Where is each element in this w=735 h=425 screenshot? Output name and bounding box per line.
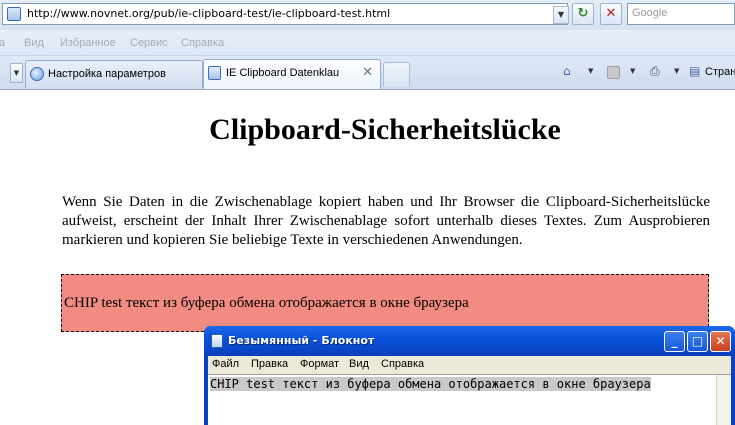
tab-ie-clipboard[interactable]: IE Clipboard Datenklau ✕: [203, 59, 381, 89]
page-icon: [7, 7, 21, 21]
browser-menu-bar: а Вид Избранное Сервис Справка: [0, 30, 735, 56]
menu-item-partial[interactable]: а: [0, 37, 5, 49]
feeds-icon[interactable]: [607, 66, 620, 79]
maximize-button[interactable]: □: [687, 331, 708, 352]
notepad-icon: [211, 334, 223, 348]
print-dropdown-icon[interactable]: ▼: [674, 67, 679, 75]
address-dropdown-icon[interactable]: ▼: [553, 6, 569, 24]
tab-label: Настройка параметров: [48, 68, 166, 80]
feeds-dropdown-icon[interactable]: ▼: [630, 67, 635, 75]
vertical-scrollbar[interactable]: [716, 375, 731, 425]
page-paragraph: Wenn Sie Daten in die Zwischenablage kop…: [62, 194, 710, 248]
menu-view[interactable]: Вид: [349, 358, 369, 370]
notepad-menu-bar: Файл Правка Формат Вид Справка: [208, 356, 731, 374]
ie-icon: [30, 67, 44, 81]
menu-file[interactable]: Файл: [212, 358, 239, 370]
page-menu-icon[interactable]: ▤: [689, 64, 700, 78]
notepad-title-bar[interactable]: Безымянный - Блокнот _ □ ✕: [204, 326, 735, 356]
page-title: Clipboard-Sicherheitslücke: [209, 113, 561, 146]
page-icon: [208, 66, 221, 80]
menu-item-favorites[interactable]: Избранное: [60, 37, 116, 49]
menu-item-tools[interactable]: Сервис: [130, 37, 168, 49]
tab-settings[interactable]: Настройка параметров: [25, 60, 203, 88]
address-bar-row: http://www.novnet.org/pub/ie-clipboard-t…: [0, 0, 735, 30]
notepad-window: Безымянный - Блокнот _ □ ✕ Файл Правка Ф…: [204, 326, 735, 425]
home-dropdown-icon[interactable]: ▼: [588, 67, 593, 75]
print-icon[interactable]: ⎙: [650, 64, 660, 79]
clipboard-output-text: CHIP test текст из буфера обмена отображ…: [64, 295, 469, 311]
menu-format[interactable]: Формат: [300, 358, 339, 370]
notepad-text[interactable]: CHIP test текст из буфера обмена отображ…: [210, 377, 651, 391]
minimize-button[interactable]: _: [664, 331, 685, 352]
close-button[interactable]: ✕: [710, 331, 731, 352]
stop-icon[interactable]: ✕: [600, 3, 622, 25]
notepad-title: Безымянный - Блокнот: [228, 334, 375, 347]
refresh-icon[interactable]: ↻: [572, 3, 594, 25]
search-input[interactable]: Google: [627, 3, 735, 25]
address-url[interactable]: http://www.novnet.org/pub/ie-clipboard-t…: [27, 7, 390, 20]
tab-bar: ▼ Настройка параметров IE Clipboard Date…: [0, 56, 735, 90]
page-menu-label[interactable]: Стран: [705, 66, 735, 78]
tab-list-dropdown-icon[interactable]: ▼: [10, 63, 23, 83]
menu-edit[interactable]: Правка: [251, 358, 288, 370]
address-field[interactable]: http://www.novnet.org/pub/ie-clipboard-t…: [2, 3, 569, 25]
menu-item-help[interactable]: Справка: [181, 37, 224, 49]
home-icon[interactable]: ⌂: [563, 64, 571, 78]
menu-item-view[interactable]: Вид: [24, 37, 44, 49]
close-tab-icon[interactable]: ✕: [362, 65, 373, 80]
search-placeholder: Google: [632, 7, 668, 19]
menu-help[interactable]: Справка: [381, 358, 424, 370]
clipboard-output-box: CHIP test текст из буфера обмена отображ…: [61, 274, 709, 332]
notepad-text-area[interactable]: CHIP test текст из буфера обмена отображ…: [208, 374, 731, 425]
new-tab-button[interactable]: [383, 62, 410, 86]
tab-label: IE Clipboard Datenklau: [226, 67, 340, 79]
